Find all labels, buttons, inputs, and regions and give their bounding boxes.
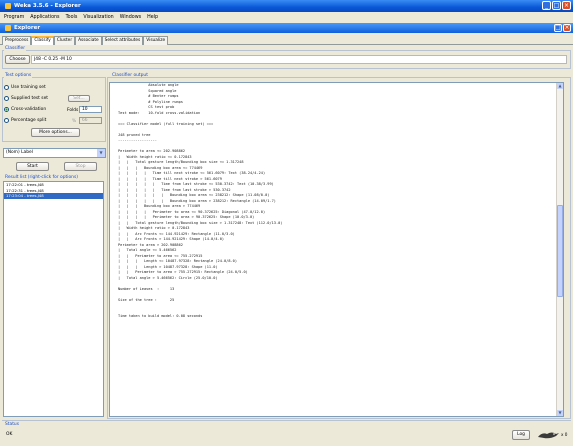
maximize-icon[interactable]: □: [552, 1, 561, 10]
menu-windows[interactable]: Windows: [120, 15, 141, 20]
radio-label: Supplied test set: [11, 96, 49, 101]
result-list-item-selected[interactable]: 17:23:04 - trees.J48: [4, 193, 103, 199]
tab-preprocess[interactable]: Preprocess: [2, 36, 32, 45]
class-attribute-value: (Nom) Label: [6, 150, 33, 155]
radio-button[interactable]: [4, 118, 9, 123]
output-text-body: Absolute angle Squared angle # Benter ru…: [118, 83, 283, 318]
status-group: [2, 420, 571, 444]
radio-label: Use training set: [11, 85, 46, 90]
menu-program[interactable]: Program: [4, 15, 24, 20]
folds-field[interactable]: 10: [79, 106, 102, 113]
class-attribute-select[interactable]: (Nom) Label ▼: [3, 148, 106, 158]
close-icon[interactable]: ×: [562, 1, 571, 10]
more-options-button[interactable]: More options...: [31, 128, 80, 137]
radio-label: Percentage split: [11, 118, 47, 123]
menu-applications[interactable]: Applications: [30, 15, 59, 20]
scroll-down-icon[interactable]: ▼: [557, 410, 563, 416]
menu-visualization[interactable]: Visualization: [83, 15, 113, 20]
menu-help[interactable]: Help: [147, 15, 158, 20]
set-test-file-button[interactable]: Set...: [68, 95, 90, 102]
explorer-close-icon[interactable]: ×: [563, 24, 571, 32]
stop-button[interactable]: Stop: [64, 162, 97, 171]
radio-label: Cross-validation: [11, 107, 47, 112]
explorer-maximize-icon[interactable]: □: [554, 24, 562, 32]
menu-bar: Program Applications Tools Visualization…: [0, 13, 573, 22]
weka-bird-status-icon: [536, 430, 560, 440]
radio-cross-validation[interactable]: Cross-validation: [4, 107, 46, 112]
weka-bird-icon: [5, 3, 11, 9]
test-options-label: Test options: [4, 73, 33, 78]
tab-cluster[interactable]: Cluster: [53, 36, 76, 45]
scrollbar-thumb[interactable]: [557, 205, 563, 297]
radio-button[interactable]: [4, 85, 9, 90]
percent-label: %: [72, 119, 77, 124]
classifier-group-label: Classifier: [4, 46, 27, 51]
menu-tools[interactable]: Tools: [66, 15, 78, 20]
tab-associate[interactable]: Associate: [75, 36, 102, 45]
chevron-down-icon[interactable]: ▼: [97, 149, 105, 157]
percentage-field[interactable]: 66: [79, 117, 102, 124]
radio-use-training-set[interactable]: Use training set: [4, 85, 46, 90]
scroll-up-icon[interactable]: ▲: [557, 83, 563, 89]
minimize-icon[interactable]: _: [542, 1, 551, 10]
classifier-output-text[interactable]: Absolute angle Squared angle # Benter ru…: [109, 82, 564, 417]
tab-select-attributes[interactable]: Select attributes: [101, 36, 144, 45]
window-title: Weka 3.5.6 - Explorer: [14, 3, 81, 9]
folds-label: Folds: [67, 108, 79, 113]
result-list[interactable]: 17:22:01 - trees.J48 17:22:31 - trees.J4…: [3, 181, 104, 417]
tab-visualize[interactable]: Visualize: [143, 36, 169, 45]
radio-supplied-test-set[interactable]: Supplied test set: [4, 96, 48, 101]
tab-classify[interactable]: Classify: [31, 36, 54, 45]
status-text: OK: [6, 432, 13, 437]
choose-button[interactable]: Choose: [5, 55, 30, 64]
output-scrollbar[interactable]: ▲ ▼: [556, 83, 563, 416]
classifier-config-field[interactable]: J48 -C 0.25 -M 10: [31, 55, 567, 64]
radio-button-selected[interactable]: [4, 107, 9, 112]
radio-button[interactable]: [4, 96, 9, 101]
radio-percentage-split[interactable]: Percentage split: [4, 118, 46, 123]
window-title-bar[interactable]: Weka 3.5.6 - Explorer _ □ ×: [0, 0, 573, 12]
log-button[interactable]: Log: [512, 430, 530, 440]
status-label: Status: [4, 422, 20, 427]
explorer-title: Explorer: [14, 25, 41, 31]
task-count: x 0: [561, 432, 568, 437]
start-button[interactable]: Start: [16, 162, 49, 171]
result-list-label: Result list (right-click for options): [4, 175, 79, 180]
explorer-icon: [5, 25, 11, 31]
explorer-title-bar[interactable]: Explorer □ ×: [0, 23, 573, 33]
tab-bar: Preprocess Classify Cluster Associate Se…: [0, 36, 573, 45]
